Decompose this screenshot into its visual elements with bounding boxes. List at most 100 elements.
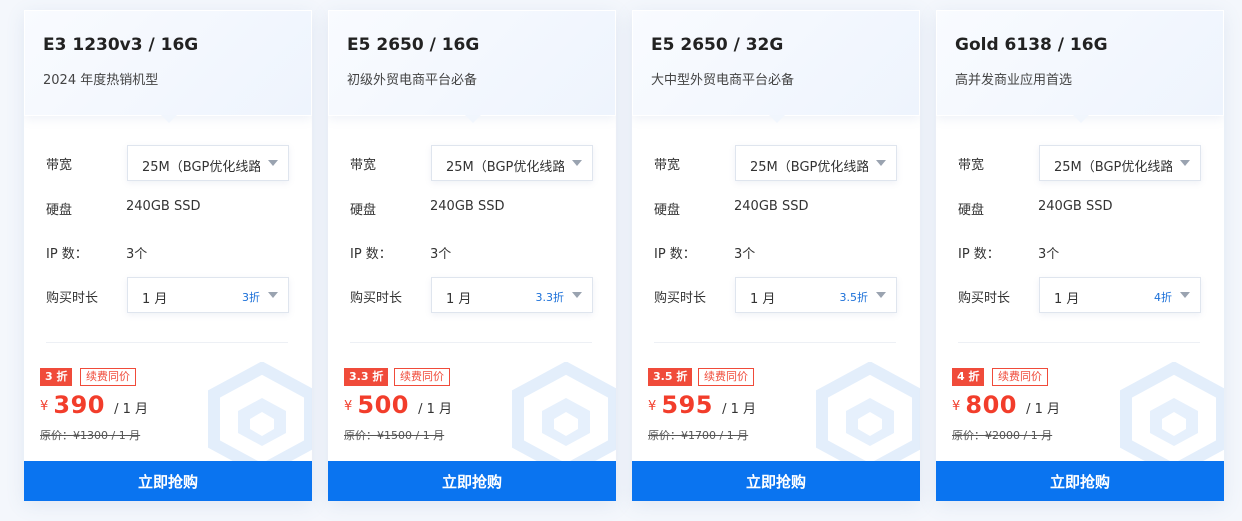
pricing-cards: E3 1230v3 / 16G 2024 年度热销机型 带宽 25M（BGP优化… [24,10,1224,501]
pricing-card: E5 2650 / 16G 初级外贸电商平台必备 带宽 25M（BGP优化线路）… [328,10,616,501]
bandwidth-value: 25M（BGP优化线路） [142,160,260,175]
disk-label: 硬盘 [46,203,73,218]
card-subtitle: 高并发商业应用首选 [955,73,1073,88]
price-unit: / 1 月 [1026,402,1060,417]
card-title: E5 2650 / 16G [347,35,480,55]
bandwidth-label: 带宽 [654,158,681,173]
divider [350,342,592,343]
chevron-down-icon [268,160,278,166]
price-amount: 595 [661,391,713,419]
bandwidth-select[interactable]: 25M（BGP优化线路） [431,145,593,181]
price: ¥ 800 / 1 月 [952,391,1060,419]
hexagon-icon [1120,362,1224,472]
duration-label: 购买时长 [654,291,707,306]
bandwidth-select[interactable]: 25M（BGP优化线路） [1039,145,1201,181]
currency-symbol: ¥ [952,399,961,414]
price-unit: / 1 月 [114,402,148,417]
bandwidth-select[interactable]: 25M（BGP优化线路） [735,145,897,181]
duration-label: 购买时长 [350,291,403,306]
price: ¥ 595 / 1 月 [648,391,756,419]
duration-select[interactable]: 1 月 3.3折 [431,277,593,313]
currency-symbol: ¥ [40,399,49,414]
card-subtitle: 大中型外贸电商平台必备 [651,73,795,88]
bandwidth-label: 带宽 [46,158,73,173]
original-price: 原价：¥2000 / 1 月 [952,429,1053,442]
pricing-card: Gold 6138 / 16G 高并发商业应用首选 带宽 25M（BGP优化线路… [936,10,1224,501]
card-subtitle: 2024 年度热销机型 [43,73,159,88]
ip-label: IP 数： [958,247,1000,262]
chevron-down-icon [1180,292,1190,298]
ip-label: IP 数： [350,247,392,262]
bandwidth-value: 25M（BGP优化线路） [1054,160,1172,175]
price-amount: 500 [357,391,409,419]
duration-discount: 3.5折 [839,291,869,304]
duration-discount: 3.3折 [535,291,565,304]
buy-now-button[interactable]: 立即抢购 [328,461,616,501]
currency-symbol: ¥ [648,399,657,414]
disk-value: 240GB SSD [1038,199,1113,214]
bandwidth-value: 25M（BGP优化线路） [446,160,564,175]
price: ¥ 500 / 1 月 [344,391,452,419]
discount-badge: 4 折 [952,368,985,386]
disk-label: 硬盘 [350,203,377,218]
bandwidth-select[interactable]: 25M（BGP优化线路） [127,145,289,181]
original-price: 原价：¥1700 / 1 月 [648,429,749,442]
disk-label: 硬盘 [654,203,681,218]
renew-tag: 续费同价 [80,368,136,386]
hexagon-icon [512,362,616,472]
buy-now-button[interactable]: 立即抢购 [632,461,920,501]
hexagon-icon [816,362,920,472]
duration-select[interactable]: 1 月 3折 [127,277,289,313]
duration-label: 购买时长 [46,291,99,306]
pricing-card: E3 1230v3 / 16G 2024 年度热销机型 带宽 25M（BGP优化… [24,10,312,501]
bandwidth-value: 25M（BGP优化线路） [750,160,868,175]
chevron-down-icon [876,292,886,298]
renew-tag: 续费同价 [698,368,754,386]
buy-now-button[interactable]: 立即抢购 [24,461,312,501]
price-amount: 800 [965,391,1017,419]
card-title: E5 2650 / 32G [651,35,784,55]
chevron-down-icon [572,292,582,298]
chevron-down-icon [876,160,886,166]
currency-symbol: ¥ [344,399,353,414]
card-title: E3 1230v3 / 16G [43,35,199,55]
price-unit: / 1 月 [418,402,452,417]
divider [958,342,1200,343]
ip-value: 3个 [126,247,148,262]
ip-value: 3个 [430,247,452,262]
hexagon-icon [208,362,312,472]
pricing-card: E5 2650 / 32G 大中型外贸电商平台必备 带宽 25M（BGP优化线路… [632,10,920,501]
duration-select[interactable]: 1 月 3.5折 [735,277,897,313]
ip-label: IP 数： [654,247,696,262]
bandwidth-label: 带宽 [958,158,985,173]
discount-badge: 3.5 折 [648,368,693,386]
disk-value: 240GB SSD [734,199,809,214]
ip-value: 3个 [1038,247,1060,262]
card-subtitle: 初级外贸电商平台必备 [347,73,478,88]
chevron-down-icon [1180,160,1190,166]
chevron-down-icon [268,292,278,298]
ip-value: 3个 [734,247,756,262]
price: ¥ 390 / 1 月 [40,391,148,419]
disk-value: 240GB SSD [126,199,201,214]
original-price: 原价：¥1300 / 1 月 [40,429,141,442]
price-unit: / 1 月 [722,402,756,417]
duration-select[interactable]: 1 月 4折 [1039,277,1201,313]
buy-now-button[interactable]: 立即抢购 [936,461,1224,501]
card-header: E3 1230v3 / 16G 2024 年度热销机型 [24,10,312,123]
duration-discount: 3折 [242,291,260,304]
renew-tag: 续费同价 [394,368,450,386]
duration-discount: 4折 [1154,291,1172,304]
original-price: 原价：¥1500 / 1 月 [344,429,445,442]
duration-label: 购买时长 [958,291,1011,306]
disk-label: 硬盘 [958,203,985,218]
card-header: E5 2650 / 16G 初级外贸电商平台必备 [328,10,616,123]
chevron-down-icon [572,160,582,166]
disk-value: 240GB SSD [430,199,505,214]
card-header: Gold 6138 / 16G 高并发商业应用首选 [936,10,1224,123]
card-title: Gold 6138 / 16G [955,35,1108,55]
divider [46,342,288,343]
ip-label: IP 数： [46,247,88,262]
discount-badge: 3 折 [40,368,73,386]
price-amount: 390 [53,391,105,419]
